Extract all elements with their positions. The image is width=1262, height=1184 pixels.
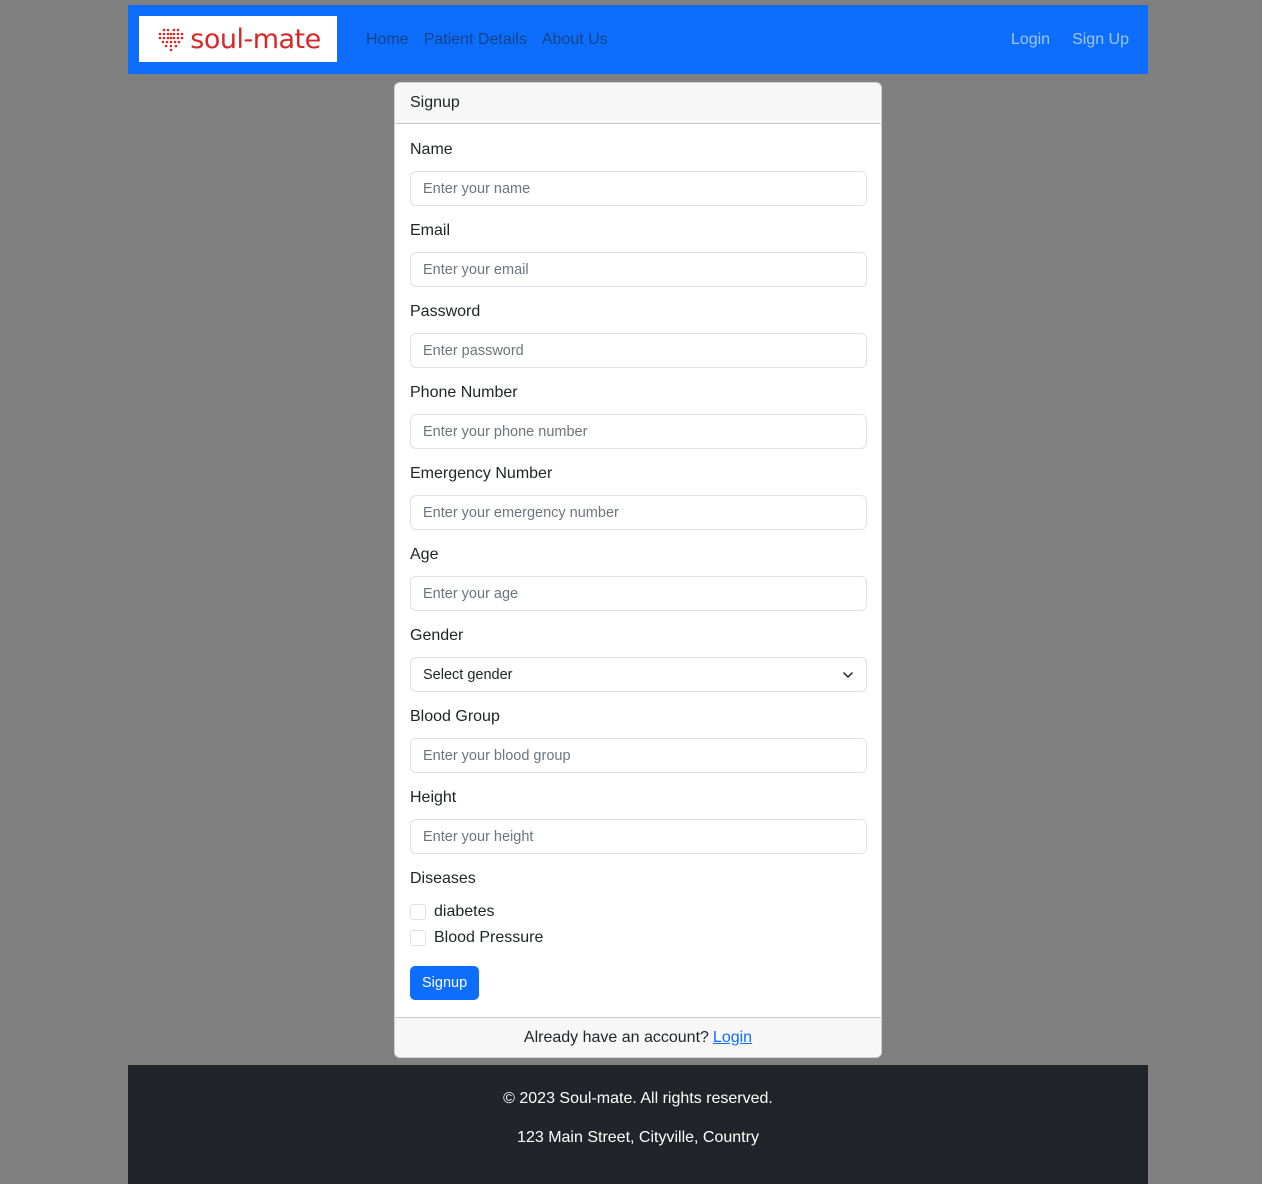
card-footer: Already have an account? Login: [395, 1017, 881, 1057]
brand-name: soul-mate: [190, 23, 321, 55]
blood-group-field: Blood Group: [410, 707, 867, 773]
chevron-down-icon: [843, 672, 853, 678]
height-label: Height: [410, 789, 457, 806]
brand-logo[interactable]: soul-mate: [139, 16, 337, 62]
nav-patient-details-link[interactable]: Patient Details: [424, 31, 527, 49]
signup-card: Signup Name Email Password Phone Number …: [394, 82, 882, 1058]
email-field: Email: [410, 221, 867, 287]
login-link[interactable]: Login: [713, 1029, 752, 1047]
nav-signup-link[interactable]: Sign Up: [1072, 31, 1129, 49]
emergency-input[interactable]: [410, 495, 867, 530]
phone-label: Phone Number: [410, 384, 518, 401]
blood-group-label: Blood Group: [410, 708, 500, 725]
blood-pressure-option[interactable]: Blood Pressure: [410, 925, 866, 951]
name-field: Name: [410, 140, 867, 206]
age-input[interactable]: [410, 576, 867, 611]
emergency-field: Emergency Number: [410, 464, 867, 530]
address-text: 123 Main Street, Cityville, Country: [517, 1129, 759, 1146]
email-label: Email: [410, 222, 451, 239]
heart-dots-icon: [158, 28, 184, 52]
phone-input[interactable]: [410, 414, 867, 449]
diseases-field: Diseases diabetes Blood Pressure: [410, 869, 866, 951]
gender-select[interactable]: Select gender: [410, 657, 867, 692]
gender-select-value: Select gender: [423, 666, 513, 683]
nav-left: Home Patient Details About Us: [366, 5, 608, 74]
diabetes-option[interactable]: diabetes: [410, 899, 866, 925]
password-input[interactable]: [410, 333, 867, 368]
email-input[interactable]: [410, 252, 867, 287]
blood-group-input[interactable]: [410, 738, 867, 773]
already-account-text: Already have an account?: [523, 1028, 709, 1046]
phone-field: Phone Number: [410, 383, 867, 449]
nav-right: Login Sign Up: [1011, 5, 1129, 74]
site-footer: © 2023 Soul-mate. All rights reserved. 1…: [128, 1065, 1148, 1184]
blood-pressure-label: Blood Pressure: [434, 929, 544, 946]
password-label: Password: [410, 303, 481, 320]
gender-label: Gender: [410, 627, 464, 644]
blood-pressure-checkbox[interactable]: [410, 930, 426, 946]
copyright-text: © 2023 Soul-mate. All rights reserved.: [503, 1090, 773, 1107]
password-field: Password: [410, 302, 867, 368]
height-field: Height: [410, 788, 867, 854]
diabetes-label: diabetes: [434, 903, 495, 920]
name-label: Name: [410, 141, 453, 158]
height-input[interactable]: [410, 819, 867, 854]
gender-field: Gender Select gender: [410, 626, 867, 692]
nav-about-us-link[interactable]: About Us: [542, 31, 608, 49]
signup-form: Name Email Password Phone Number Emergen…: [395, 124, 881, 1000]
age-field: Age: [410, 545, 867, 611]
name-input[interactable]: [410, 171, 867, 206]
diabetes-checkbox[interactable]: [410, 904, 426, 920]
card-header: Signup: [395, 83, 881, 124]
nav-login-link[interactable]: Login: [1011, 31, 1050, 49]
age-label: Age: [410, 546, 439, 563]
signup-button[interactable]: Signup: [410, 966, 480, 1000]
nav-home-link[interactable]: Home: [366, 31, 409, 49]
navbar: soul-mate Home Patient Details About Us …: [128, 5, 1148, 74]
diseases-checkboxes: diabetes Blood Pressure: [410, 899, 866, 951]
emergency-label: Emergency Number: [410, 465, 553, 482]
diseases-label: Diseases: [410, 870, 476, 887]
